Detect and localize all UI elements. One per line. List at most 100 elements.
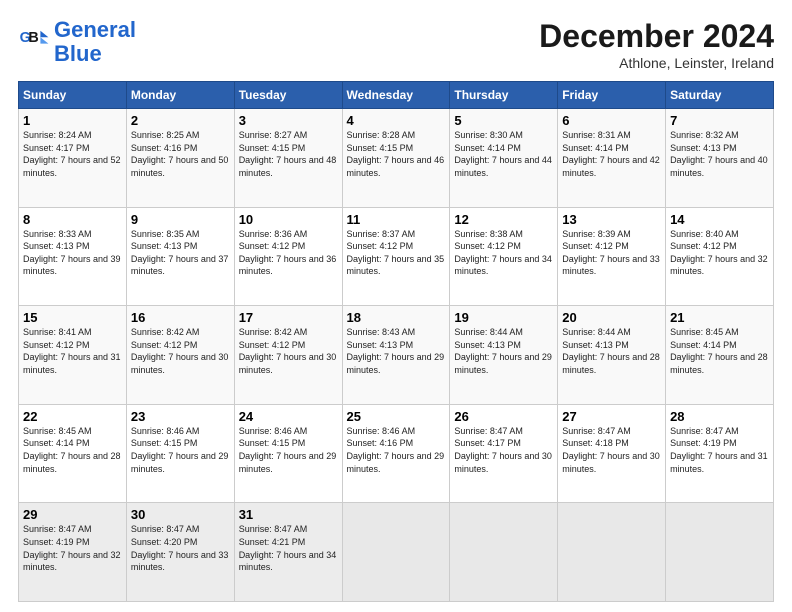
day-info: Sunrise: 8:44 AMSunset: 4:13 PMDaylight:… — [454, 326, 553, 376]
day-number: 4 — [347, 113, 446, 128]
day-number: 27 — [562, 409, 661, 424]
calendar-cell: 9Sunrise: 8:35 AMSunset: 4:13 PMDaylight… — [126, 207, 234, 306]
calendar-cell — [666, 503, 774, 602]
day-info: Sunrise: 8:47 AMSunset: 4:19 PMDaylight:… — [670, 425, 769, 475]
calendar-cell: 17Sunrise: 8:42 AMSunset: 4:12 PMDayligh… — [234, 306, 342, 405]
weekday-header: Sunday — [19, 82, 127, 109]
calendar-cell: 5Sunrise: 8:30 AMSunset: 4:14 PMDaylight… — [450, 109, 558, 208]
calendar-cell: 19Sunrise: 8:44 AMSunset: 4:13 PMDayligh… — [450, 306, 558, 405]
calendar-cell: 18Sunrise: 8:43 AMSunset: 4:13 PMDayligh… — [342, 306, 450, 405]
day-number: 14 — [670, 212, 769, 227]
calendar-cell: 16Sunrise: 8:42 AMSunset: 4:12 PMDayligh… — [126, 306, 234, 405]
day-info: Sunrise: 8:36 AMSunset: 4:12 PMDaylight:… — [239, 228, 338, 278]
day-info: Sunrise: 8:30 AMSunset: 4:14 PMDaylight:… — [454, 129, 553, 179]
calendar-cell: 23Sunrise: 8:46 AMSunset: 4:15 PMDayligh… — [126, 404, 234, 503]
day-number: 21 — [670, 310, 769, 325]
calendar-week-row: 8Sunrise: 8:33 AMSunset: 4:13 PMDaylight… — [19, 207, 774, 306]
logo: G B General Blue — [18, 18, 136, 66]
calendar-cell: 4Sunrise: 8:28 AMSunset: 4:15 PMDaylight… — [342, 109, 450, 208]
calendar-cell: 1Sunrise: 8:24 AMSunset: 4:17 PMDaylight… — [19, 109, 127, 208]
day-number: 10 — [239, 212, 338, 227]
day-number: 28 — [670, 409, 769, 424]
day-number: 12 — [454, 212, 553, 227]
day-number: 11 — [347, 212, 446, 227]
calendar-week-row: 15Sunrise: 8:41 AMSunset: 4:12 PMDayligh… — [19, 306, 774, 405]
calendar-week-row: 1Sunrise: 8:24 AMSunset: 4:17 PMDaylight… — [19, 109, 774, 208]
day-info: Sunrise: 8:24 AMSunset: 4:17 PMDaylight:… — [23, 129, 122, 179]
day-number: 31 — [239, 507, 338, 522]
day-number: 26 — [454, 409, 553, 424]
day-number: 20 — [562, 310, 661, 325]
weekday-header: Monday — [126, 82, 234, 109]
day-info: Sunrise: 8:28 AMSunset: 4:15 PMDaylight:… — [347, 129, 446, 179]
day-number: 16 — [131, 310, 230, 325]
day-info: Sunrise: 8:38 AMSunset: 4:12 PMDaylight:… — [454, 228, 553, 278]
day-info: Sunrise: 8:27 AMSunset: 4:15 PMDaylight:… — [239, 129, 338, 179]
calendar-table: SundayMondayTuesdayWednesdayThursdayFrid… — [18, 81, 774, 602]
calendar-cell: 30Sunrise: 8:47 AMSunset: 4:20 PMDayligh… — [126, 503, 234, 602]
day-number: 30 — [131, 507, 230, 522]
day-info: Sunrise: 8:42 AMSunset: 4:12 PMDaylight:… — [239, 326, 338, 376]
calendar-cell: 12Sunrise: 8:38 AMSunset: 4:12 PMDayligh… — [450, 207, 558, 306]
svg-text:B: B — [28, 30, 38, 46]
calendar-cell: 26Sunrise: 8:47 AMSunset: 4:17 PMDayligh… — [450, 404, 558, 503]
calendar-cell: 14Sunrise: 8:40 AMSunset: 4:12 PMDayligh… — [666, 207, 774, 306]
weekday-header: Friday — [558, 82, 666, 109]
calendar-cell: 13Sunrise: 8:39 AMSunset: 4:12 PMDayligh… — [558, 207, 666, 306]
day-info: Sunrise: 8:47 AMSunset: 4:18 PMDaylight:… — [562, 425, 661, 475]
day-info: Sunrise: 8:41 AMSunset: 4:12 PMDaylight:… — [23, 326, 122, 376]
day-info: Sunrise: 8:33 AMSunset: 4:13 PMDaylight:… — [23, 228, 122, 278]
day-number: 8 — [23, 212, 122, 227]
day-info: Sunrise: 8:43 AMSunset: 4:13 PMDaylight:… — [347, 326, 446, 376]
weekday-header: Thursday — [450, 82, 558, 109]
day-number: 24 — [239, 409, 338, 424]
weekday-header: Saturday — [666, 82, 774, 109]
calendar-cell: 6Sunrise: 8:31 AMSunset: 4:14 PMDaylight… — [558, 109, 666, 208]
day-number: 1 — [23, 113, 122, 128]
day-number: 9 — [131, 212, 230, 227]
day-number: 25 — [347, 409, 446, 424]
logo-line2: Blue — [54, 41, 102, 66]
header: G B General Blue December 2024 Athlone, … — [18, 18, 774, 71]
day-number: 13 — [562, 212, 661, 227]
calendar-week-row: 29Sunrise: 8:47 AMSunset: 4:19 PMDayligh… — [19, 503, 774, 602]
calendar-cell: 20Sunrise: 8:44 AMSunset: 4:13 PMDayligh… — [558, 306, 666, 405]
calendar-cell: 10Sunrise: 8:36 AMSunset: 4:12 PMDayligh… — [234, 207, 342, 306]
day-info: Sunrise: 8:42 AMSunset: 4:12 PMDaylight:… — [131, 326, 230, 376]
calendar-cell: 7Sunrise: 8:32 AMSunset: 4:13 PMDaylight… — [666, 109, 774, 208]
calendar-cell: 25Sunrise: 8:46 AMSunset: 4:16 PMDayligh… — [342, 404, 450, 503]
day-number: 17 — [239, 310, 338, 325]
day-info: Sunrise: 8:40 AMSunset: 4:12 PMDaylight:… — [670, 228, 769, 278]
calendar-cell: 27Sunrise: 8:47 AMSunset: 4:18 PMDayligh… — [558, 404, 666, 503]
weekday-header: Tuesday — [234, 82, 342, 109]
calendar-week-row: 22Sunrise: 8:45 AMSunset: 4:14 PMDayligh… — [19, 404, 774, 503]
day-number: 5 — [454, 113, 553, 128]
day-info: Sunrise: 8:25 AMSunset: 4:16 PMDaylight:… — [131, 129, 230, 179]
calendar-cell: 28Sunrise: 8:47 AMSunset: 4:19 PMDayligh… — [666, 404, 774, 503]
calendar-cell: 29Sunrise: 8:47 AMSunset: 4:19 PMDayligh… — [19, 503, 127, 602]
calendar-cell: 21Sunrise: 8:45 AMSunset: 4:14 PMDayligh… — [666, 306, 774, 405]
logo-icon: G B — [18, 26, 50, 58]
title-block: December 2024 Athlone, Leinster, Ireland — [539, 18, 774, 71]
day-info: Sunrise: 8:32 AMSunset: 4:13 PMDaylight:… — [670, 129, 769, 179]
day-info: Sunrise: 8:47 AMSunset: 4:21 PMDaylight:… — [239, 523, 338, 573]
day-info: Sunrise: 8:31 AMSunset: 4:14 PMDaylight:… — [562, 129, 661, 179]
day-info: Sunrise: 8:44 AMSunset: 4:13 PMDaylight:… — [562, 326, 661, 376]
calendar-cell — [450, 503, 558, 602]
calendar-cell: 15Sunrise: 8:41 AMSunset: 4:12 PMDayligh… — [19, 306, 127, 405]
calendar-cell: 11Sunrise: 8:37 AMSunset: 4:12 PMDayligh… — [342, 207, 450, 306]
calendar-cell: 24Sunrise: 8:46 AMSunset: 4:15 PMDayligh… — [234, 404, 342, 503]
calendar-cell: 8Sunrise: 8:33 AMSunset: 4:13 PMDaylight… — [19, 207, 127, 306]
day-number: 22 — [23, 409, 122, 424]
day-info: Sunrise: 8:47 AMSunset: 4:19 PMDaylight:… — [23, 523, 122, 573]
day-number: 18 — [347, 310, 446, 325]
day-number: 6 — [562, 113, 661, 128]
day-info: Sunrise: 8:39 AMSunset: 4:12 PMDaylight:… — [562, 228, 661, 278]
calendar-cell — [558, 503, 666, 602]
day-info: Sunrise: 8:45 AMSunset: 4:14 PMDaylight:… — [23, 425, 122, 475]
day-info: Sunrise: 8:46 AMSunset: 4:16 PMDaylight:… — [347, 425, 446, 475]
month-title: December 2024 — [539, 18, 774, 55]
calendar-cell: 3Sunrise: 8:27 AMSunset: 4:15 PMDaylight… — [234, 109, 342, 208]
day-number: 23 — [131, 409, 230, 424]
calendar-cell: 2Sunrise: 8:25 AMSunset: 4:16 PMDaylight… — [126, 109, 234, 208]
